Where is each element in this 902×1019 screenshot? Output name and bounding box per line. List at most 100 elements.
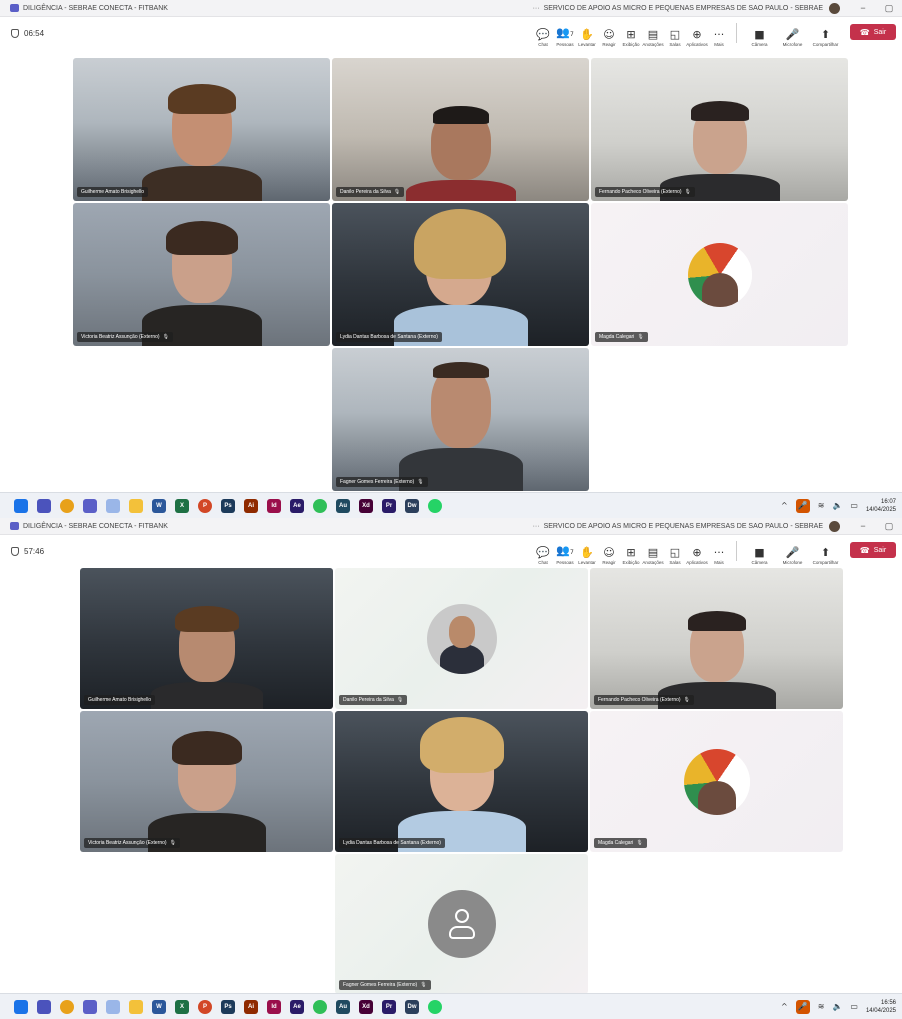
- profile-avatar[interactable]: [829, 2, 840, 14]
- taskbar-powerpoint-icon[interactable]: P: [198, 999, 212, 1014]
- taskbar-start-icon[interactable]: [14, 999, 28, 1014]
- taskbar-explorer-icon[interactable]: [129, 999, 143, 1014]
- clock[interactable]: 16:56 14/04/2025: [866, 999, 896, 1015]
- taskbar-explorer-icon[interactable]: [129, 498, 143, 513]
- taskbar-excel-icon[interactable]: X: [175, 498, 189, 513]
- taskbar-green-app-icon[interactable]: [313, 498, 327, 513]
- tray-chevron-icon[interactable]: ^: [781, 501, 788, 510]
- more-button[interactable]: ··· Mais: [709, 546, 730, 565]
- more-options-button[interactable]: ···: [533, 523, 540, 530]
- apps-button[interactable]: ⊕ Aplicativos: [686, 28, 708, 47]
- rooms-button[interactable]: ◱ Salas: [665, 28, 686, 47]
- minimize-button[interactable]: −: [850, 521, 876, 531]
- participant-tile[interactable]: Lydia Dantas Barbosa de Santana (Externo…: [335, 711, 588, 852]
- taskbar-green-app-icon[interactable]: [313, 999, 327, 1014]
- rooms-button[interactable]: ◱ Salas: [665, 546, 686, 565]
- taskbar-illustrator-icon[interactable]: Ai: [244, 999, 258, 1014]
- taskbar-chrome-icon[interactable]: [60, 999, 74, 1014]
- mic-in-use-icon[interactable]: 🎤: [795, 498, 810, 513]
- view-button[interactable]: ⊞ Exibição: [621, 28, 642, 47]
- participant-tile[interactable]: Victoria Beatriz Assunção (Externo) 🎙: [80, 711, 333, 852]
- taskbar-word-icon[interactable]: W: [152, 999, 166, 1014]
- taskbar-xd-icon[interactable]: Xd: [359, 999, 373, 1014]
- raise-hand-button[interactable]: ✋ Levantar: [577, 28, 598, 47]
- participant-tile[interactable]: Lydia Dantas Barbosa de Santana (Externo…: [332, 203, 589, 346]
- people-button[interactable]: 👥7 Pessoas: [555, 544, 576, 565]
- taskbar-photoshop-icon[interactable]: Ps: [221, 999, 235, 1014]
- participant-tile[interactable]: Fagner Gomes Ferreira (Externo) 🎙: [335, 854, 588, 994]
- view-button[interactable]: ⊞ Exibição: [621, 546, 642, 565]
- taskbar-powerpoint-icon[interactable]: P: [198, 498, 212, 513]
- taskbar-audition-icon[interactable]: Au: [336, 999, 350, 1014]
- taskbar-photoshop-icon[interactable]: Ps: [221, 498, 235, 513]
- battery-icon[interactable]: ▭: [850, 1002, 858, 1011]
- camera-button[interactable]: ■ Câmera: [744, 28, 776, 47]
- chat-button[interactable]: 💬 Chat: [533, 28, 554, 47]
- participant-tile[interactable]: Fagner Gomes Ferreira (Externo) 🎙: [332, 348, 589, 491]
- people-button[interactable]: 👥7 Pessoas: [555, 26, 576, 47]
- more-button[interactable]: ··· Mais: [709, 28, 730, 47]
- camera-button[interactable]: ■ Câmera: [744, 546, 776, 565]
- leave-button[interactable]: ☎ Sair: [850, 542, 896, 558]
- participant-tile[interactable]: Guilherme Amato Brisighello: [80, 568, 333, 709]
- participant-tile[interactable]: Danilo Pereira da Silva 🎙: [335, 568, 588, 709]
- volume-icon[interactable]: 🔈: [832, 1002, 842, 1011]
- share-button[interactable]: ⬆ Compartilhar: [810, 28, 842, 47]
- taskbar-after-effects-icon[interactable]: Ae: [290, 999, 304, 1014]
- react-button[interactable]: ☺ Reagir: [599, 546, 620, 565]
- profile-avatar[interactable]: [829, 520, 840, 532]
- taskbar-indesign-icon[interactable]: Id: [267, 999, 281, 1014]
- taskbar-photos-icon[interactable]: [106, 498, 120, 513]
- taskbar-start-icon[interactable]: [14, 498, 28, 513]
- taskbar-teams-classic-icon[interactable]: [37, 999, 51, 1014]
- participant-tile[interactable]: Danilo Pereira da Silva 🎙: [332, 58, 589, 201]
- raise-hand-button[interactable]: ✋ Levantar: [577, 546, 598, 565]
- microphone-button[interactable]: 🎤 Microfone: [777, 28, 809, 47]
- participant-tile[interactable]: Fernando Pacheco Oliveira (Externo) 🎙: [590, 568, 843, 709]
- leave-button[interactable]: ☎ Sair: [850, 24, 896, 40]
- participant-tile[interactable]: Victoria Beatriz Assunção (Externo) 🎙: [73, 203, 330, 346]
- wifi-icon[interactable]: ≋: [818, 1002, 825, 1011]
- system-tray: ^ 🎤 ≋ 🔈 ▭ 16:07 14/04/2025: [781, 498, 896, 514]
- taskbar-audition-icon[interactable]: Au: [336, 498, 350, 513]
- minimize-button[interactable]: −: [850, 3, 876, 13]
- toolbar-tools: 💬 Chat 👥7 Pessoas ✋ Levantar ☺ Reagir ⊞ Exibi…: [532, 535, 902, 568]
- participant-tile[interactable]: Magda Calegari 🎙: [590, 711, 843, 852]
- react-button[interactable]: ☺ Reagir: [599, 28, 620, 47]
- taskbar-premiere-icon[interactable]: Pr: [382, 498, 396, 513]
- notes-button[interactable]: ▤ Anotações: [642, 28, 663, 47]
- taskbar-whatsapp-icon[interactable]: [428, 498, 442, 513]
- wifi-icon[interactable]: ≋: [818, 501, 825, 510]
- taskbar-photos-icon[interactable]: [106, 999, 120, 1014]
- microphone-button[interactable]: 🎤 Microfone: [777, 546, 809, 565]
- taskbar-after-effects-icon[interactable]: Ae: [290, 498, 304, 513]
- notes-button[interactable]: ▤ Anotações: [642, 546, 663, 565]
- taskbar-teams-icon[interactable]: [83, 498, 97, 513]
- clock[interactable]: 16:07 14/04/2025: [866, 498, 896, 514]
- taskbar-xd-icon[interactable]: Xd: [359, 498, 373, 513]
- mic-in-use-icon[interactable]: 🎤: [795, 999, 810, 1014]
- taskbar-dreamweaver-icon[interactable]: Dw: [405, 999, 419, 1014]
- taskbar-illustrator-icon[interactable]: Ai: [244, 498, 258, 513]
- taskbar-teams-icon[interactable]: [83, 999, 97, 1014]
- taskbar-indesign-icon[interactable]: Id: [267, 498, 281, 513]
- battery-icon[interactable]: ▭: [850, 501, 858, 510]
- maximize-button[interactable]: ▢: [876, 521, 902, 532]
- participant-tile[interactable]: Magda Calegari 🎙: [591, 203, 848, 346]
- taskbar-excel-icon[interactable]: X: [175, 999, 189, 1014]
- participant-tile[interactable]: Fernando Pacheco Oliveira (Externo) 🎙: [591, 58, 848, 201]
- apps-button[interactable]: ⊕ Aplicativos: [686, 546, 708, 565]
- taskbar-premiere-icon[interactable]: Pr: [382, 999, 396, 1014]
- taskbar-dreamweaver-icon[interactable]: Dw: [405, 498, 419, 513]
- taskbar-teams-classic-icon[interactable]: [37, 498, 51, 513]
- chat-button[interactable]: 💬 Chat: [533, 546, 554, 565]
- taskbar-whatsapp-icon[interactable]: [428, 999, 442, 1014]
- maximize-button[interactable]: ▢: [876, 3, 902, 14]
- participant-tile[interactable]: Guilherme Amato Brisighello: [73, 58, 330, 201]
- taskbar-chrome-icon[interactable]: [60, 498, 74, 513]
- volume-icon[interactable]: 🔈: [832, 501, 842, 510]
- share-button[interactable]: ⬆ Compartilhar: [810, 546, 842, 565]
- tray-chevron-icon[interactable]: ^: [781, 1002, 788, 1011]
- taskbar-word-icon[interactable]: W: [152, 498, 166, 513]
- more-options-button[interactable]: ···: [533, 5, 540, 12]
